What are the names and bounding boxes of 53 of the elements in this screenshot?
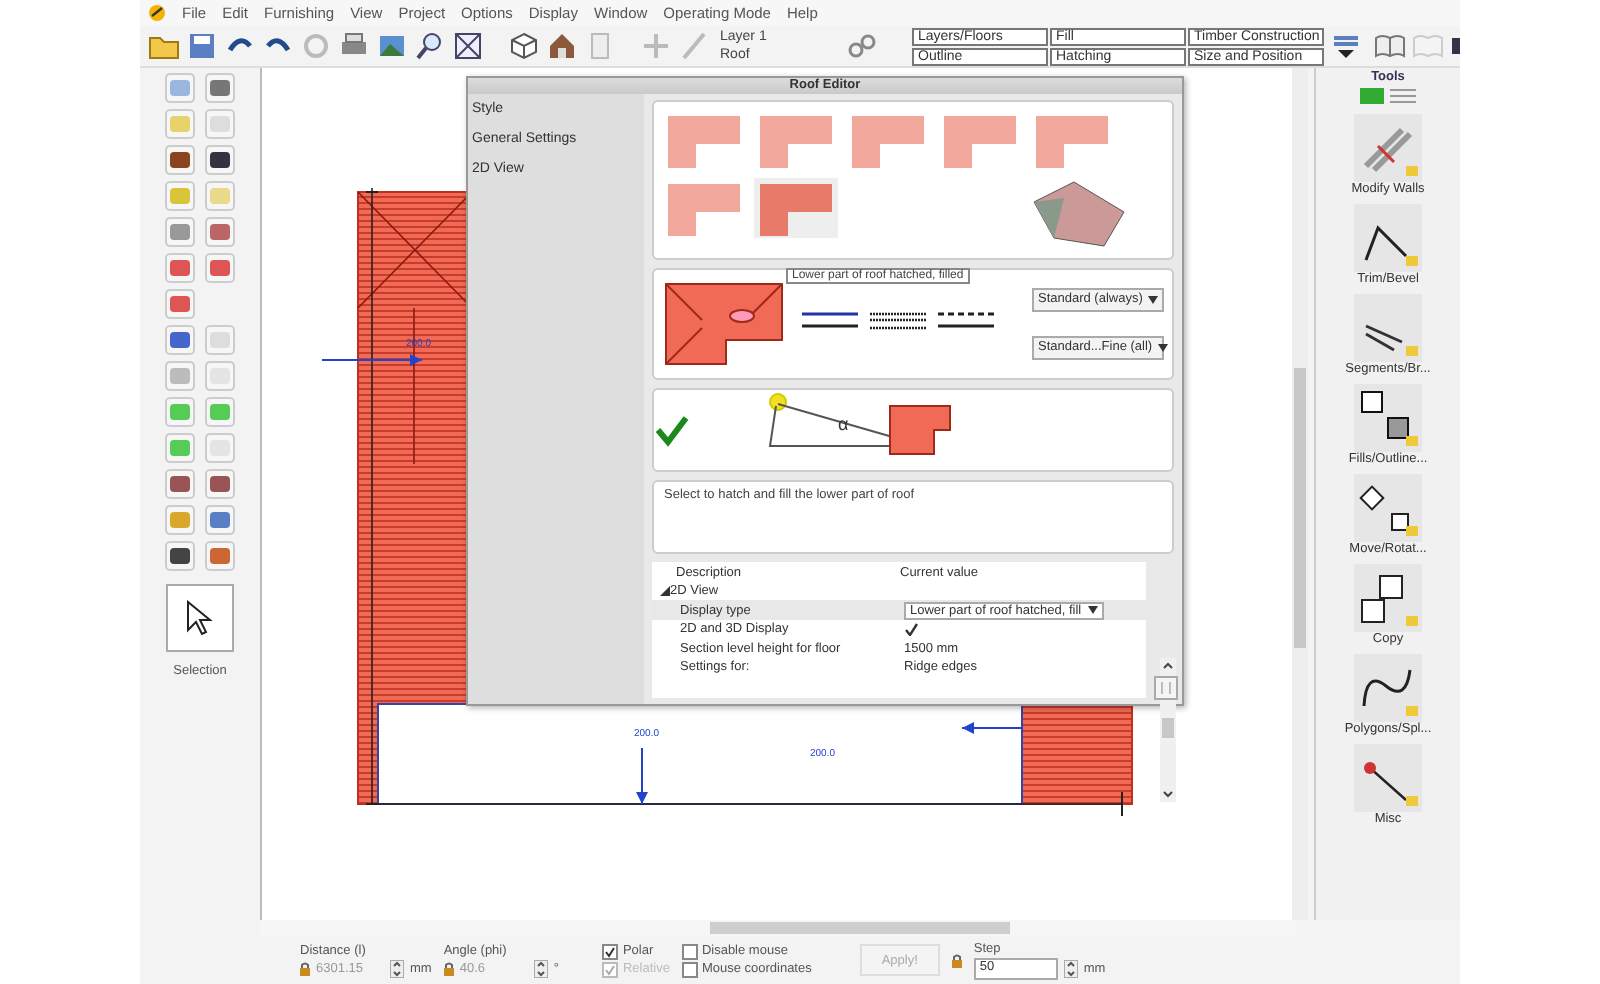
roof-style-icon[interactable] xyxy=(754,178,838,238)
spinner-icon[interactable] xyxy=(533,959,548,977)
caret-icon xyxy=(1148,295,1159,304)
expand-arrow-icon[interactable] xyxy=(660,586,670,597)
roof-icon[interactable] xyxy=(164,252,196,284)
checkmark-icon[interactable] xyxy=(904,622,918,637)
roof-style-icon[interactable] xyxy=(754,110,838,170)
checkbox[interactable] xyxy=(602,943,619,959)
house-icon[interactable] xyxy=(546,30,578,62)
dropdown-arrow-icon[interactable] xyxy=(1330,30,1362,62)
chair-icon[interactable] xyxy=(204,216,236,248)
roof-icon[interactable] xyxy=(204,252,236,284)
roof-icon[interactable] xyxy=(164,288,196,320)
frame-icon[interactable] xyxy=(204,540,236,572)
roof-style-icon[interactable] xyxy=(846,110,930,170)
spinner-icon[interactable] xyxy=(390,959,404,977)
selection-button[interactable] xyxy=(166,584,234,652)
roof-hatch-drawing xyxy=(662,279,786,368)
pipe-icon[interactable] xyxy=(164,216,196,248)
lock-icon[interactable] xyxy=(443,961,454,975)
pointer-icon[interactable] xyxy=(164,72,196,104)
caret-icon xyxy=(1158,343,1169,352)
spinner-icon[interactable] xyxy=(1063,959,1078,977)
crosshair-icon[interactable] xyxy=(452,30,484,62)
tree-icon[interactable] xyxy=(1358,86,1418,106)
chain-icon[interactable] xyxy=(846,30,878,62)
roof-style-icon[interactable] xyxy=(662,178,746,238)
search-icon[interactable] xyxy=(414,30,446,62)
figure-icon[interactable] xyxy=(164,324,196,356)
grip-icon[interactable] xyxy=(1154,676,1178,700)
barrel-icon[interactable] xyxy=(164,540,196,572)
terrain-icon[interactable] xyxy=(204,396,236,428)
lock-icon[interactable] xyxy=(300,961,310,975)
picture-icon[interactable] xyxy=(376,30,408,62)
roof-style-icon[interactable] xyxy=(662,110,746,170)
book-icon[interactable] xyxy=(1374,30,1406,62)
save-icon[interactable] xyxy=(186,30,218,62)
lock-icon[interactable] xyxy=(951,953,962,967)
roof-3d-icon xyxy=(1033,181,1125,247)
door-icon[interactable] xyxy=(204,144,236,176)
checkbox[interactable] xyxy=(681,943,698,959)
checkmark-icon xyxy=(654,411,690,448)
cube-icon[interactable] xyxy=(508,30,540,62)
checkbox[interactable] xyxy=(681,961,698,977)
brick-icon[interactable] xyxy=(164,144,196,176)
caret-icon xyxy=(1087,605,1098,614)
roof-style-icon[interactable] xyxy=(1030,110,1114,170)
pencil-icon[interactable] xyxy=(204,504,236,536)
terrain-icon[interactable] xyxy=(164,396,196,428)
pointer-icon xyxy=(186,600,214,636)
roof-style-icon[interactable] xyxy=(938,110,1022,170)
logo-icon xyxy=(148,4,166,22)
tools-icon[interactable] xyxy=(204,72,236,104)
